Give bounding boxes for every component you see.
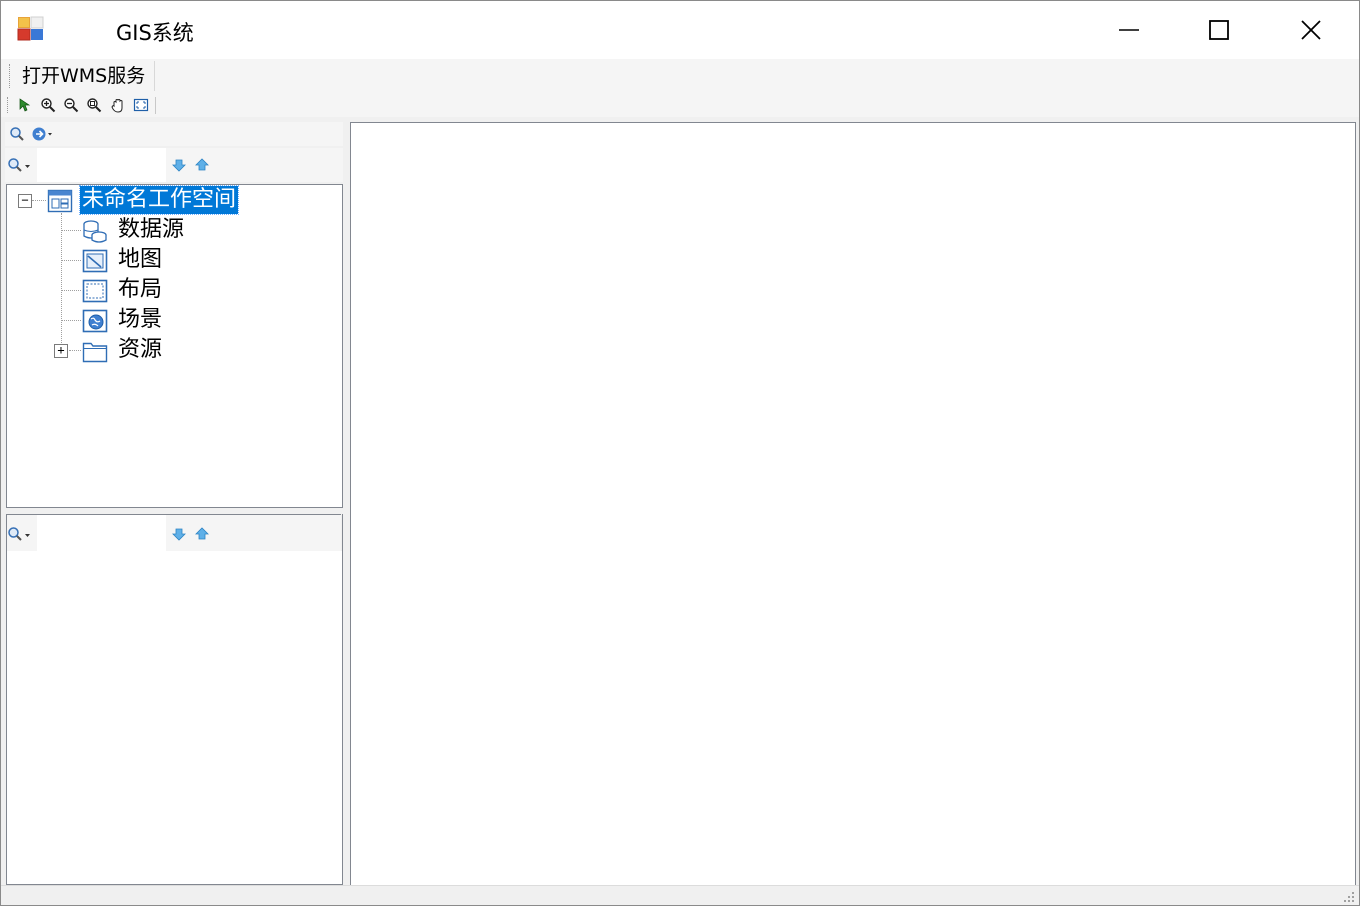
layer-list[interactable] xyxy=(6,551,343,885)
search-dropdown-icon xyxy=(8,526,30,541)
move-down-icon xyxy=(172,528,186,541)
tree-node-resources[interactable]: 资源 xyxy=(118,336,162,364)
datasource-icon xyxy=(83,220,107,243)
tree-connector xyxy=(61,230,81,231)
search-button[interactable] xyxy=(8,125,26,142)
search-icon xyxy=(10,126,24,141)
toolbar-separator xyxy=(155,97,156,114)
layer-search-dropdown[interactable] xyxy=(7,525,33,542)
expand-toggle[interactable]: + xyxy=(54,344,68,358)
tree-connector xyxy=(61,320,81,321)
workspace-move-down-button[interactable] xyxy=(170,156,188,173)
tree-connector xyxy=(61,260,81,261)
workspace-filter-input[interactable] xyxy=(37,148,166,182)
menu-bar xyxy=(1,59,1359,93)
zoom-in-button[interactable] xyxy=(39,96,57,113)
tree-node-map[interactable]: 地图 xyxy=(118,246,162,274)
toolbar-grip[interactable] xyxy=(7,97,10,113)
zoom-out-icon xyxy=(64,97,79,112)
scene-icon xyxy=(82,309,108,333)
layer-move-down-button[interactable] xyxy=(170,525,188,542)
title-bar[interactable]: ______GIS系统 xyxy=(1,1,1359,59)
map-icon xyxy=(82,249,108,273)
workspace-move-up-button[interactable] xyxy=(193,156,211,173)
minimize-button[interactable] xyxy=(1083,1,1175,59)
layout-icon xyxy=(82,279,108,303)
move-down-icon xyxy=(172,159,186,172)
close-icon xyxy=(1301,20,1321,40)
zoom-out-button[interactable] xyxy=(62,96,80,113)
collapse-toggle[interactable]: − xyxy=(18,194,32,208)
zoom-free-button[interactable] xyxy=(85,96,103,113)
full-extent-button[interactable] xyxy=(132,96,150,113)
workspace-search-dropdown[interactable] xyxy=(7,156,33,173)
menu-grip[interactable] xyxy=(9,64,12,88)
locate-arrow-icon xyxy=(32,127,52,140)
tree-node-datasource[interactable]: 数据源 xyxy=(118,216,184,244)
move-up-icon xyxy=(195,157,209,170)
tree-connector xyxy=(61,290,81,291)
map-toolbar xyxy=(1,93,1359,117)
window-title: ______GIS系统 xyxy=(53,21,194,45)
maximize-button[interactable] xyxy=(1173,1,1265,59)
app-logo-icon xyxy=(17,16,44,41)
workspace-tree[interactable]: − 未命名工作空间 数据源 地图 布局 场景 + 资源 xyxy=(6,184,343,508)
layer-move-up-button[interactable] xyxy=(193,525,211,542)
search-dropdown-icon xyxy=(8,157,30,172)
tree-node-scene[interactable]: 场景 xyxy=(118,306,162,334)
minimize-icon xyxy=(1119,29,1139,31)
tree-connector xyxy=(32,200,46,201)
layer-pane-border xyxy=(6,514,341,515)
select-button[interactable] xyxy=(16,96,34,113)
zoom-in-icon xyxy=(41,97,56,112)
pan-button[interactable] xyxy=(109,96,127,113)
layer-filter-input[interactable] xyxy=(37,515,166,551)
layer-pane-border xyxy=(342,514,343,552)
zoom-free-icon xyxy=(87,97,102,112)
tree-node-layout[interactable]: 布局 xyxy=(118,276,162,304)
pan-hand-icon xyxy=(111,98,123,113)
workspace-icon xyxy=(47,189,73,213)
menu-open-wms[interactable]: 打开WMS服务 xyxy=(13,61,156,91)
map-canvas[interactable] xyxy=(350,122,1356,886)
tree-connector xyxy=(61,213,62,349)
tree-node-workspace[interactable]: 未命名工作空间 xyxy=(78,185,240,215)
move-up-icon xyxy=(195,526,209,539)
maximize-icon xyxy=(1209,20,1229,40)
folder-icon xyxy=(82,342,108,363)
layer-pane-border xyxy=(6,514,7,552)
close-button[interactable] xyxy=(1265,1,1357,59)
locate-dropdown-button[interactable] xyxy=(31,125,57,142)
tree-connector xyxy=(69,350,81,351)
resize-grip-icon[interactable] xyxy=(1343,891,1355,903)
status-bar xyxy=(1,885,1359,905)
app-window: ______GIS系统 打开WMS服务 − 未命名工作空间 数据源 地图 布局 … xyxy=(0,0,1360,906)
select-arrow-icon xyxy=(19,97,31,111)
full-extent-icon xyxy=(133,98,149,111)
